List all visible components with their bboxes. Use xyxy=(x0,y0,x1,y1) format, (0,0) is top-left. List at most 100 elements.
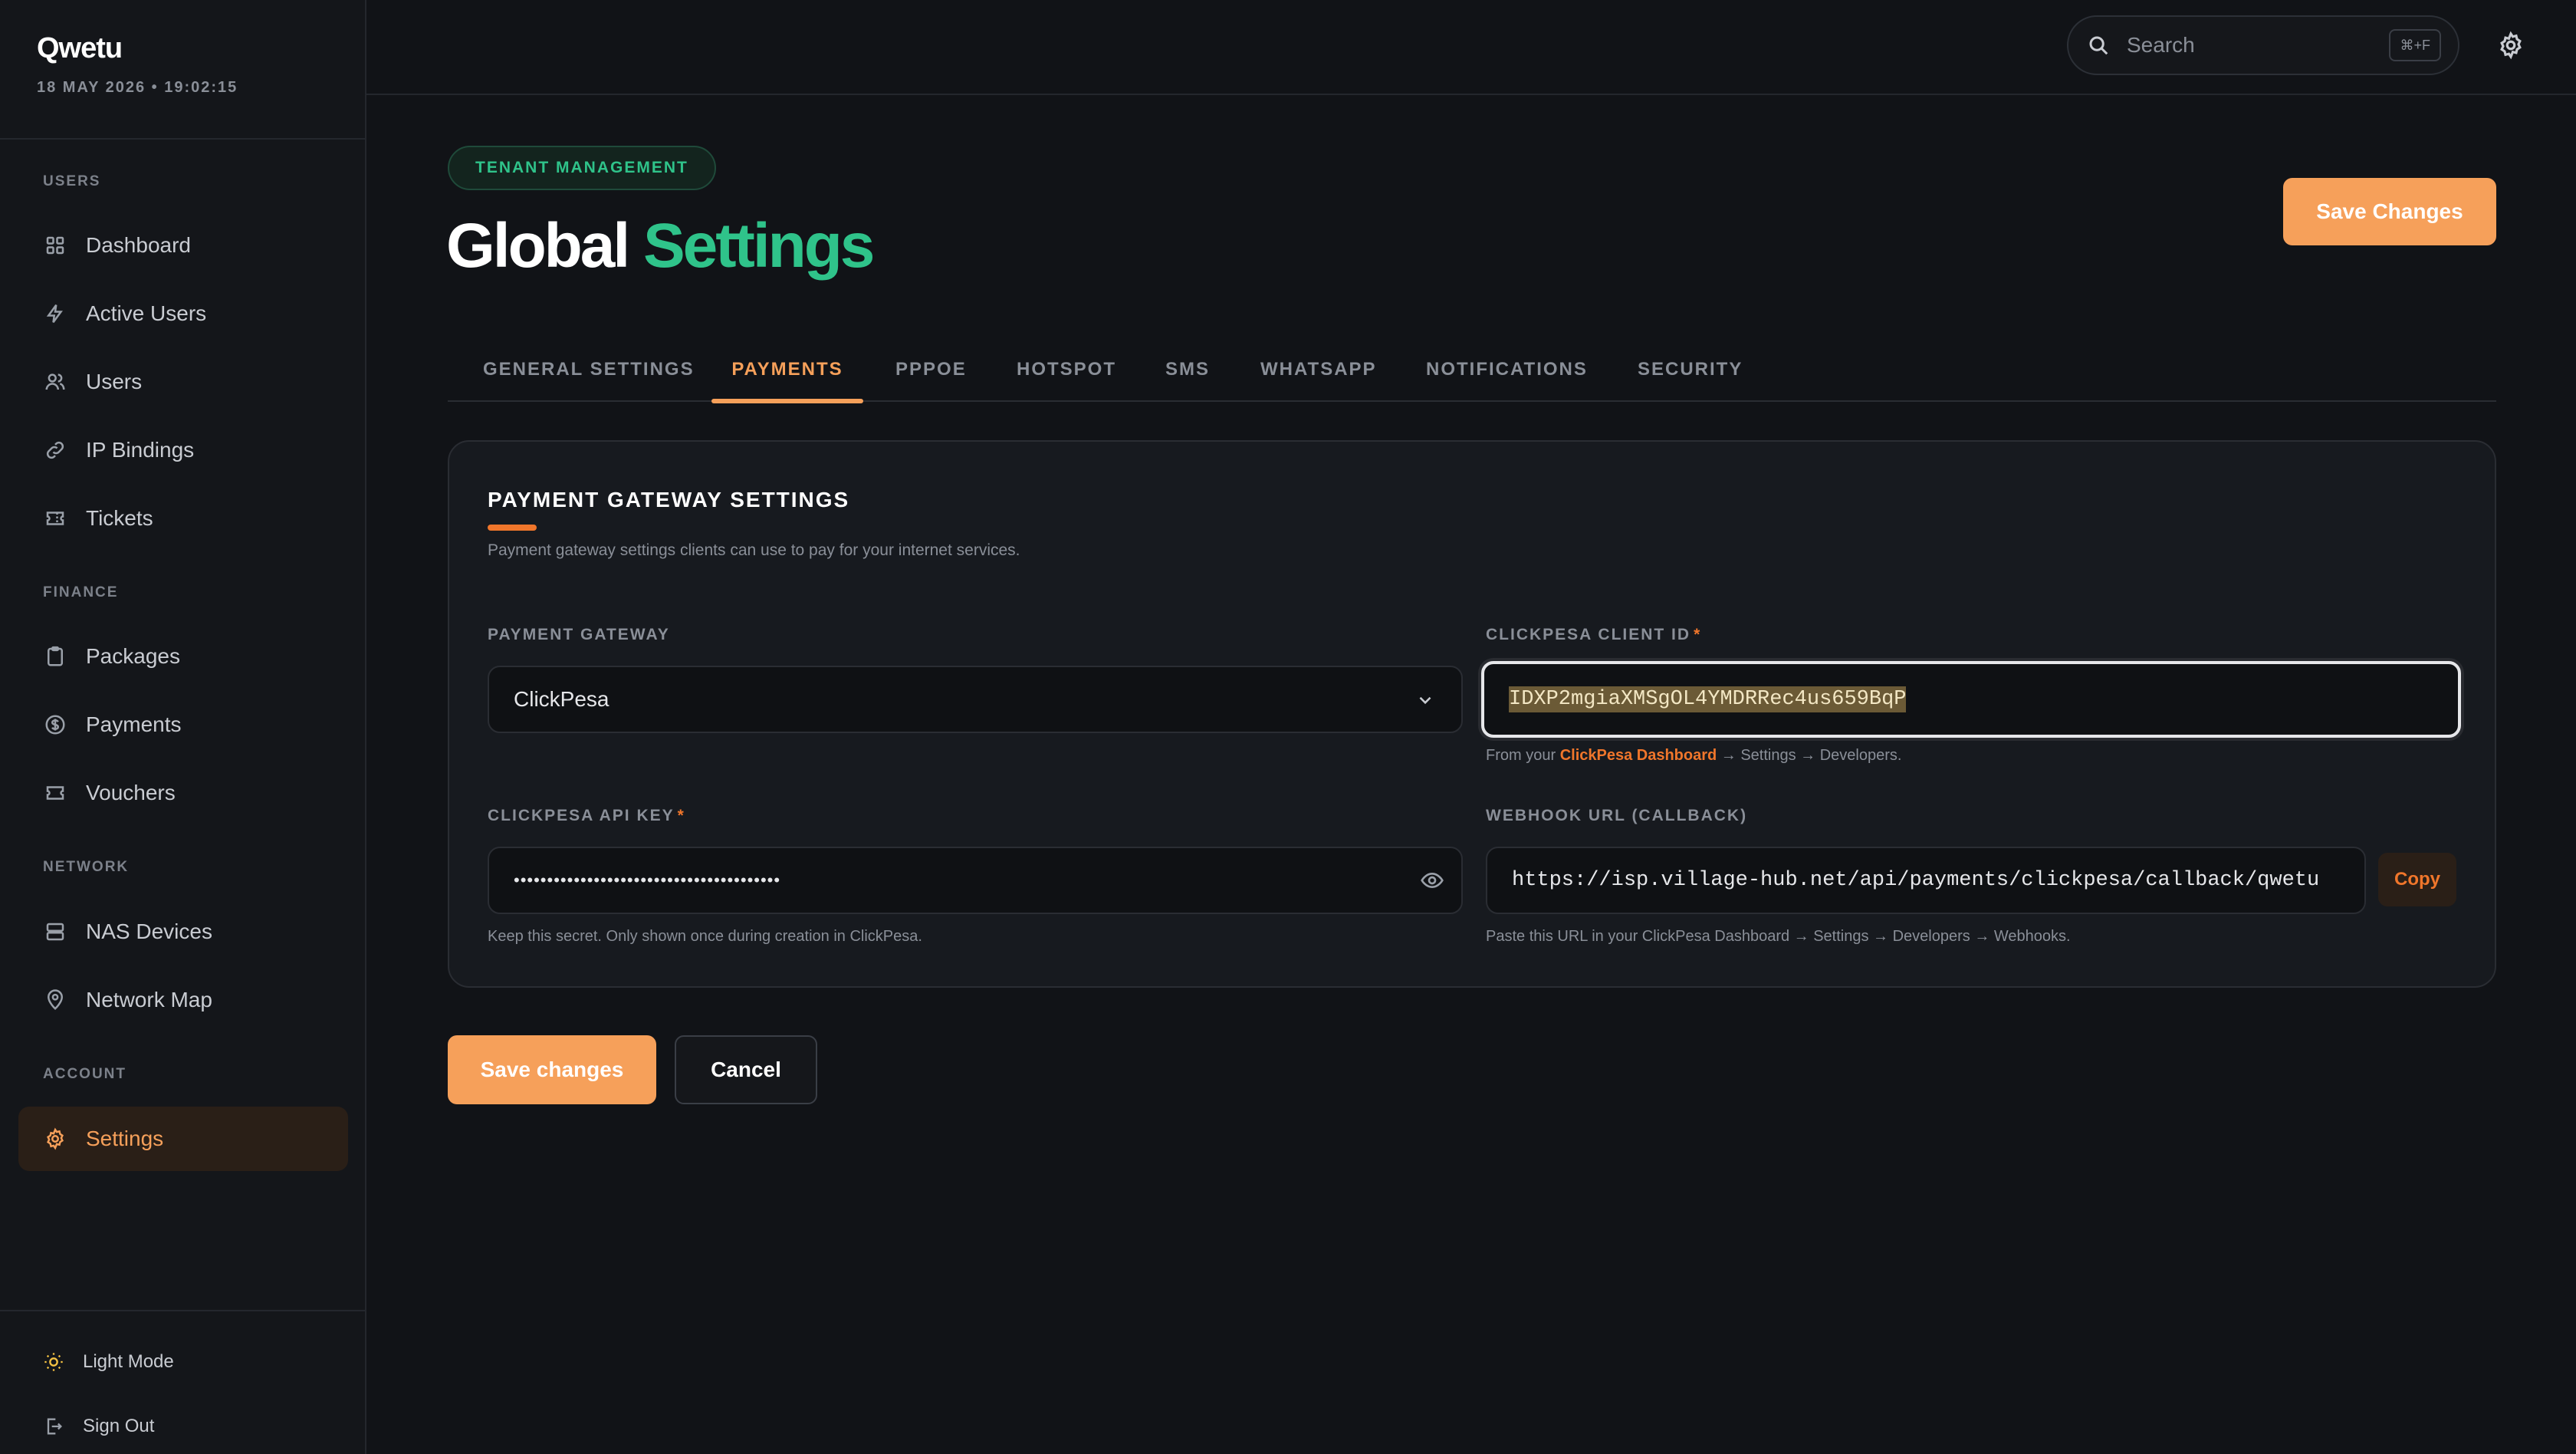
grid-icon xyxy=(43,233,67,258)
section-finance: FINANCE xyxy=(43,584,119,600)
sidebar-item-label: Payments xyxy=(86,712,182,736)
tab-pppoe[interactable]: PPPOE xyxy=(895,350,967,402)
gear-icon xyxy=(2500,31,2522,60)
sidebar-item-label: Dashboard xyxy=(86,233,191,257)
tab-hotspot[interactable]: HOTSPOT xyxy=(1017,350,1116,402)
settings-tabs: GENERAL SETTINGS PAYMENTS PPPOE HOTSPOT … xyxy=(448,350,2496,403)
copy-button[interactable]: Copy xyxy=(2378,853,2456,906)
brand-name: Qwetu xyxy=(37,32,123,64)
save-changes-button[interactable]: Save Changes xyxy=(2283,178,2496,245)
sidebar-item-label: Network Map xyxy=(86,988,212,1012)
sidebar-item-network-map[interactable]: Network Map xyxy=(18,968,348,1032)
card-title-underline xyxy=(488,525,537,531)
sign-out-button[interactable]: Sign Out xyxy=(18,1402,348,1451)
users-icon xyxy=(43,370,67,394)
page-title: Global Settings xyxy=(446,210,875,282)
sign-out-icon xyxy=(47,1418,62,1435)
client-id-hint-suffix: → Settings → Developers. xyxy=(1720,747,1902,764)
client-id-value: IDXP2mgiaXMSgOL4YMDRRec4us659BqP xyxy=(1509,686,1907,712)
payment-gateway-select[interactable]: ClickPesa xyxy=(488,666,1463,733)
brand-datetime: 18 MAY 2026 • 19:02:15 xyxy=(37,79,238,96)
tenant-management-badge: TENANT MANAGEMENT xyxy=(448,146,716,190)
server-icon xyxy=(43,919,67,944)
ticket-icon xyxy=(43,506,67,531)
sidebar-item-packages[interactable]: Packages xyxy=(18,624,348,689)
tab-general-settings[interactable]: GENERAL SETTINGS xyxy=(483,350,695,402)
link-icon xyxy=(43,438,67,462)
client-id-hint-prefix: From your xyxy=(1486,747,1556,764)
sidebar-item-label: NAS Devices xyxy=(86,919,212,943)
dollar-circle-icon xyxy=(43,712,67,737)
sidebar-item-label: Packages xyxy=(86,644,180,668)
search-box[interactable]: ⌘+F xyxy=(2067,15,2459,75)
divider xyxy=(0,138,365,140)
card-description: Payment gateway settings clients can use… xyxy=(488,541,1020,559)
payment-gateway-label: PAYMENT GATEWAY xyxy=(488,626,670,643)
bolt-icon xyxy=(43,301,67,326)
client-id-label-text: CLICKPESA CLIENT ID xyxy=(1486,626,1691,643)
client-id-input[interactable]: IDXP2mgiaXMSgOL4YMDRRec4us659BqP xyxy=(1481,661,2461,738)
webhook-url-value: https://isp.village-hub.net/api/payments… xyxy=(1512,869,2320,892)
webhook-url-hint: Paste this URL in your ClickPesa Dashboa… xyxy=(1486,928,2071,945)
required-mark: * xyxy=(677,807,685,824)
settings-gear-button[interactable] xyxy=(2496,31,2527,61)
sidebar-item-label: Tickets xyxy=(86,506,153,530)
api-key-label-text: CLICKPESA API KEY xyxy=(488,807,675,824)
light-mode-toggle[interactable]: Light Mode xyxy=(18,1337,348,1387)
api-key-value: •••••••••••••••••••••••••••••••••••••••• xyxy=(514,870,781,890)
save-changes-bottom-button[interactable]: Save changes xyxy=(448,1035,656,1104)
sidebar-item-dashboard[interactable]: Dashboard xyxy=(18,213,348,278)
sidebar-item-label: Active Users xyxy=(86,301,207,325)
api-key-label: CLICKPESA API KEY * xyxy=(488,807,685,825)
tab-sms[interactable]: SMS xyxy=(1165,350,1210,402)
sidebar-item-label: IP Bindings xyxy=(86,438,195,462)
section-account: ACCOUNT xyxy=(43,1066,127,1082)
webhook-url-label: WEBHOOK URL (CALLBACK) xyxy=(1486,807,1748,824)
sidebar-item-ip-bindings[interactable]: IP Bindings xyxy=(18,418,348,482)
gear-icon xyxy=(43,1127,67,1151)
tab-payments[interactable]: PAYMENTS xyxy=(711,350,863,403)
sidebar-item-tickets[interactable]: Tickets xyxy=(18,486,348,551)
tab-notifications[interactable]: NOTIFICATIONS xyxy=(1426,350,1588,402)
sidebar-item-users[interactable]: Users xyxy=(18,350,348,414)
sidebar-item-settings[interactable]: Settings xyxy=(18,1107,348,1171)
brand: Qwetu 18 MAY 2026 • 19:02:15 xyxy=(37,32,238,97)
sign-out-label: Sign Out xyxy=(83,1416,155,1436)
client-id-label: CLICKPESA CLIENT ID * xyxy=(1486,626,1701,644)
sidebar-item-label: Users xyxy=(86,370,143,393)
tab-security[interactable]: SECURITY xyxy=(1638,350,1743,402)
section-network: NETWORK xyxy=(43,859,130,875)
api-key-input[interactable]: •••••••••••••••••••••••••••••••••••••••• xyxy=(488,847,1463,914)
search-input[interactable] xyxy=(2127,33,2357,58)
sidebar-item-label: Settings xyxy=(86,1127,164,1150)
client-id-hint: From your ClickPesa Dashboard → Settings… xyxy=(1486,747,1901,765)
section-users: USERS xyxy=(43,173,101,189)
card-title: PAYMENT GATEWAY SETTINGS xyxy=(488,488,850,512)
clickpesa-dashboard-link[interactable]: ClickPesa Dashboard xyxy=(1560,747,1717,764)
sun-icon xyxy=(44,1353,63,1371)
payment-gateway-card: PAYMENT GATEWAY SETTINGS Payment gateway… xyxy=(448,440,2496,988)
light-mode-label: Light Mode xyxy=(83,1351,174,1372)
webhook-url-field[interactable]: https://isp.village-hub.net/api/payments… xyxy=(1486,847,2366,914)
page-title-part1: Global xyxy=(446,211,630,281)
clipboard-icon xyxy=(43,644,67,669)
eye-icon[interactable] xyxy=(1420,868,1444,897)
cancel-button[interactable]: Cancel xyxy=(675,1035,817,1104)
sidebar-item-label: Vouchers xyxy=(86,781,176,804)
page-title-part2: Settings xyxy=(642,211,875,281)
api-key-hint: Keep this secret. Only shown once during… xyxy=(488,928,922,945)
sidebar-item-payments[interactable]: Payments xyxy=(18,692,348,757)
chevron-down-icon xyxy=(1415,690,1435,715)
search-shortcut-badge: ⌘+F xyxy=(2389,29,2441,61)
sidebar-item-nas-devices[interactable]: NAS Devices xyxy=(18,900,348,964)
search-icon xyxy=(2089,36,2108,55)
payment-gateway-value: ClickPesa xyxy=(514,687,610,711)
sidebar-item-active-users[interactable]: Active Users xyxy=(18,281,348,346)
sidebar: Qwetu 18 MAY 2026 • 19:02:15 USERS Dashb… xyxy=(0,0,366,1454)
required-mark: * xyxy=(1694,626,1702,643)
map-pin-icon xyxy=(43,988,67,1012)
voucher-icon xyxy=(43,781,67,805)
tab-whatsapp[interactable]: WHATSAPP xyxy=(1260,350,1377,402)
divider xyxy=(0,1310,365,1311)
sidebar-item-vouchers[interactable]: Vouchers xyxy=(18,761,348,825)
